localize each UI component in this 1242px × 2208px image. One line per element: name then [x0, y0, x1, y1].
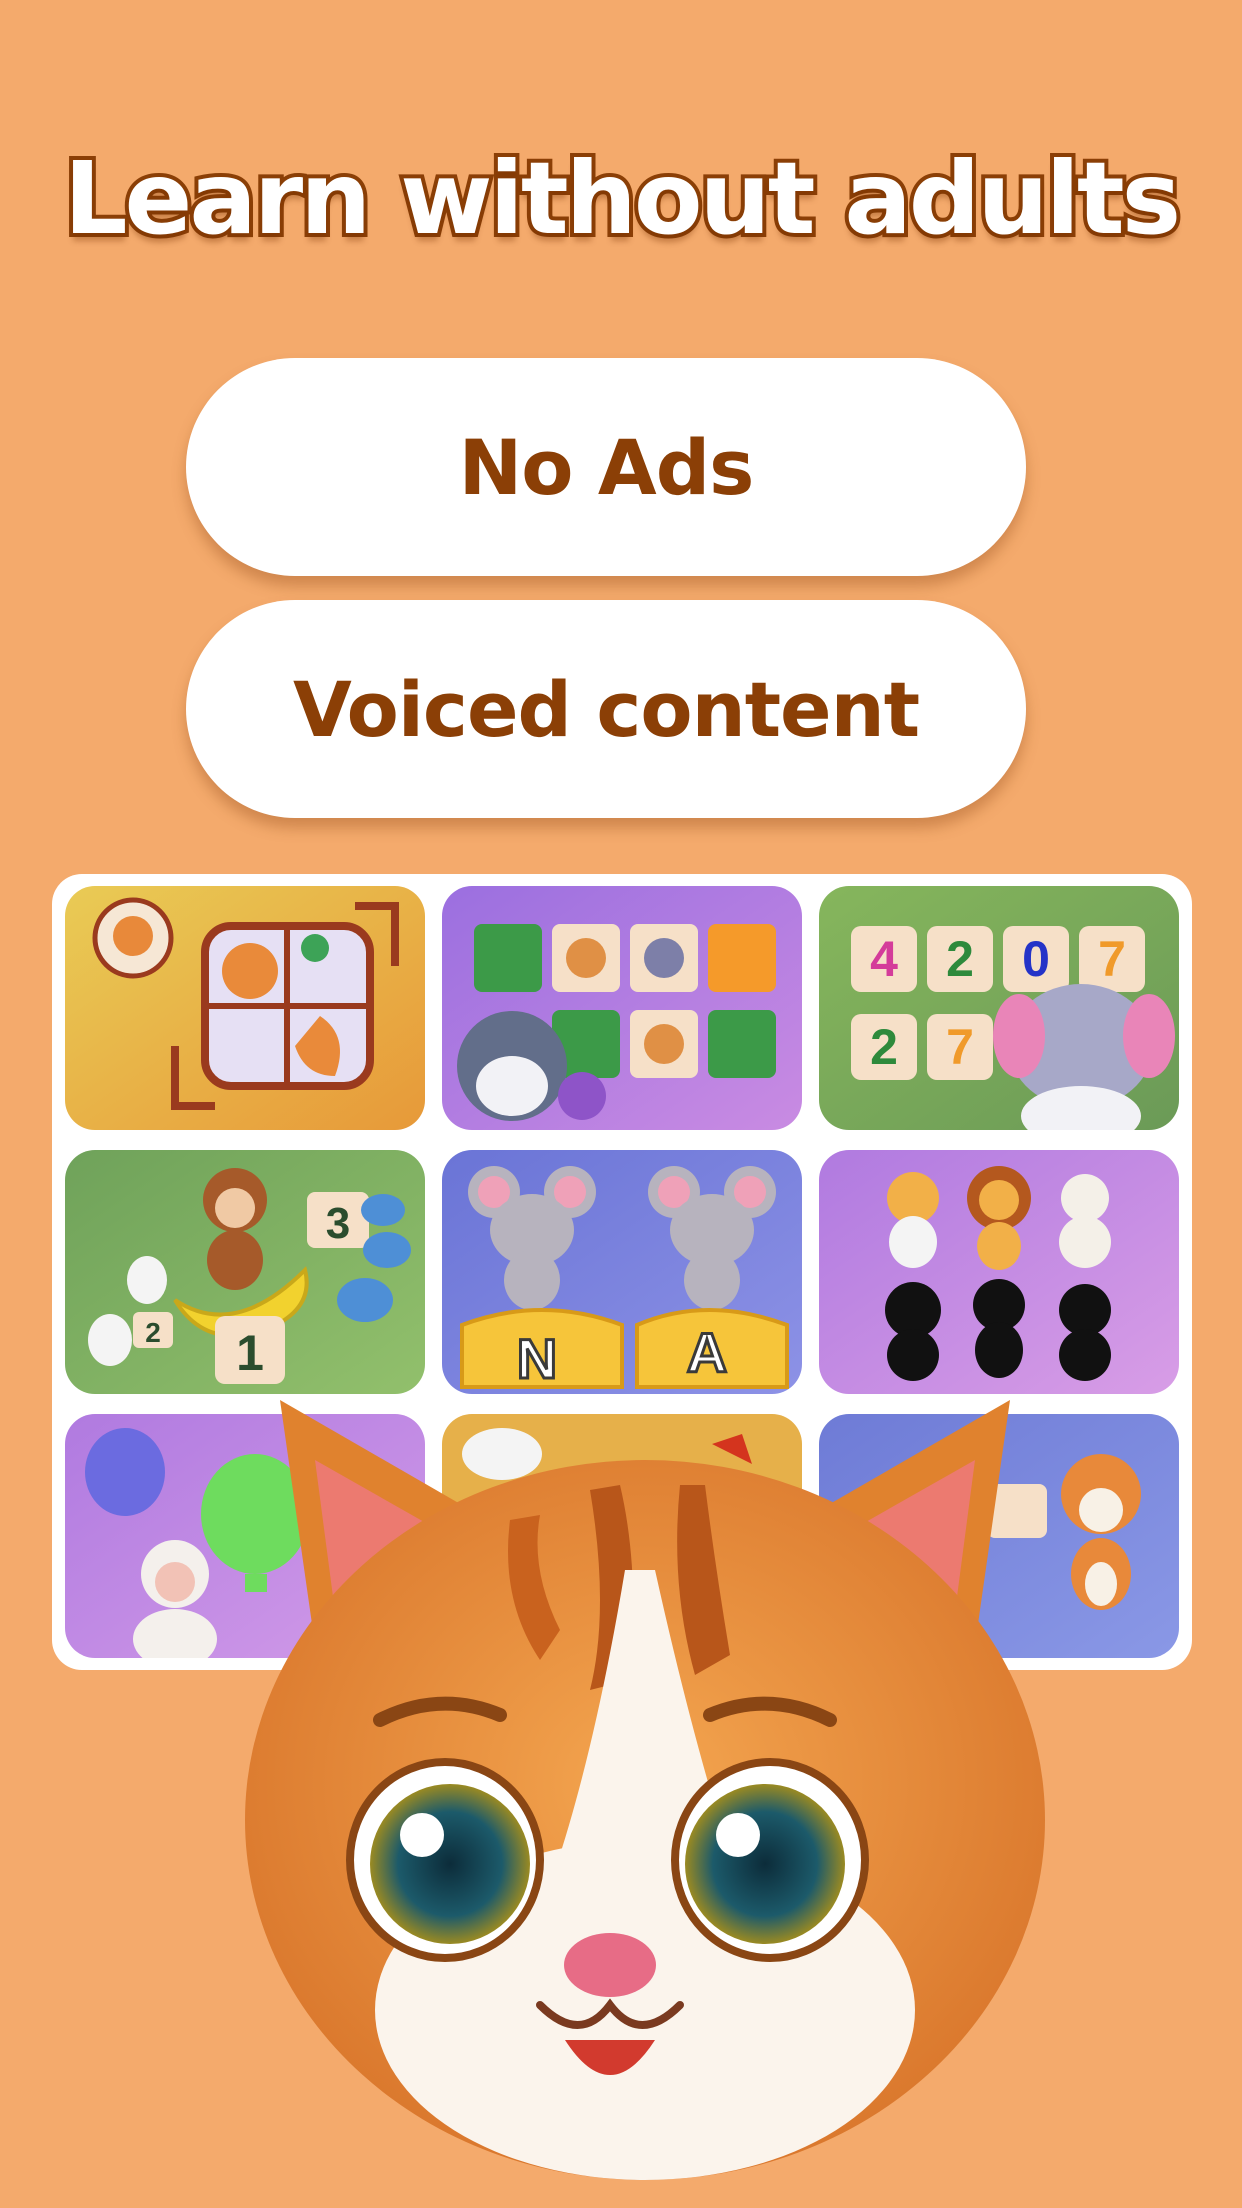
cat-mascot	[245, 1400, 1045, 2180]
shadow-match-tile	[819, 1150, 1179, 1394]
counting-numbers-tile: 4 2 0 7 2 7	[819, 886, 1179, 1130]
number-label: 3	[326, 1199, 350, 1248]
number-label: 2	[946, 931, 974, 987]
number-label: 7	[1098, 931, 1126, 987]
number-label: 0	[1022, 931, 1050, 987]
number-label: 1	[236, 1325, 264, 1381]
feature-voiced-content: Voiced content	[186, 600, 1026, 818]
monkey-counting-tile: 1 3 2	[65, 1150, 425, 1394]
number-label: 4	[870, 931, 898, 987]
feature-no-ads: No Ads	[186, 358, 1026, 576]
mouse-letters-tile: N A	[442, 1150, 802, 1394]
headline: Learn without adults	[60, 136, 1185, 261]
letter-label: A	[687, 1321, 727, 1384]
puzzle-game-tile	[65, 886, 425, 1130]
memory-cards-tile	[442, 886, 802, 1130]
number-label: 7	[946, 1019, 974, 1075]
number-label: 2	[870, 1019, 898, 1075]
number-label: 2	[145, 1317, 161, 1348]
